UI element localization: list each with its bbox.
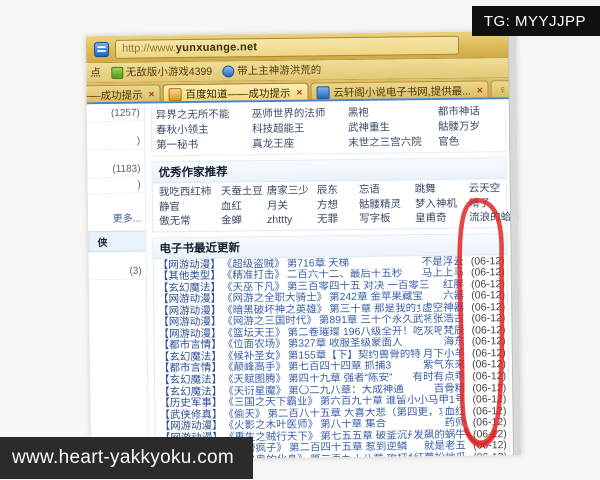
bookmark-item[interactable]: 带上主神游洪荒的 xyxy=(222,62,321,78)
sidebar-item[interactable]: ) xyxy=(87,177,145,195)
pin-icon: ♀ xyxy=(498,84,507,97)
chapter-link[interactable]: 第二百九十八章 攻打桑尼城 xyxy=(310,453,412,460)
sidebar-item[interactable]: ) xyxy=(87,133,145,151)
book-link[interactable]: 末世之三宫六院 xyxy=(348,135,434,151)
row-spacer xyxy=(403,345,444,346)
author-link[interactable]: 唐家三少 xyxy=(267,183,313,198)
watermark-top: TG: MYYJJPP xyxy=(471,6,600,36)
chapter-link[interactable]: 第八十章 集合 xyxy=(320,419,386,431)
author-link[interactable]: 方想 xyxy=(317,197,355,212)
bookmark-label: 无敌版小游戏4399 xyxy=(125,65,213,79)
chapter-link[interactable]: 第155章【下】契约兽骨的特别用法 xyxy=(288,349,421,362)
author-link[interactable]: 皇甫奇 xyxy=(415,211,465,226)
author-link[interactable]: 跳舞 xyxy=(415,182,465,197)
updates-section: 电子书最近更新 【网游动漫】 《超级盗贼》 第716章 天梯 不是浮云 (06-… xyxy=(152,232,511,461)
book-link[interactable]: 春秋小领主 xyxy=(156,122,248,138)
author-link[interactable]: 辰东 xyxy=(317,183,355,198)
chapter-link[interactable]: 第716章 天梯 xyxy=(287,258,350,270)
author-link[interactable]: zhttty xyxy=(267,212,313,227)
tab-favicon-icon xyxy=(316,85,330,99)
author-link[interactable]: 无罪 xyxy=(317,212,355,227)
category-sidebar: (1257) ) (1183) ) 更多... 侠 (3) xyxy=(86,103,150,461)
author-link[interactable]: 红薯扮地瓜 xyxy=(413,451,466,460)
tab-close-icon[interactable]: × xyxy=(296,87,302,98)
author-link[interactable]: 静官 xyxy=(159,199,217,214)
webpage-content: (1257) ) (1183) ) 更多... 侠 (3) 异界之无所不能 巫师… xyxy=(86,97,521,461)
sidebar-item[interactable]: (1183) xyxy=(87,161,145,179)
bookmark-fragment[interactable]: 点 xyxy=(90,65,101,80)
main-column: 异界之无所不能 巫师世界的法师 黑袍 都市神话 天珠变 春秋小领主 科技超能王 xyxy=(145,99,521,461)
bookmark-label: 带上主神游洪荒的 xyxy=(237,64,322,78)
sidebar-item[interactable]: 侠 xyxy=(88,230,146,253)
chapter-link[interactable]: 第六百九十章 谁留下？ xyxy=(320,395,405,408)
book-link[interactable]: 巫师世界的法师 xyxy=(252,106,344,122)
row-spacer xyxy=(386,426,445,427)
author-link[interactable]: 写字板 xyxy=(359,211,411,226)
url-input[interactable]: http://www. yunxuange.net xyxy=(114,35,460,59)
author-link[interactable]: 骷髅精灵 xyxy=(359,197,411,212)
book-link[interactable]: 武神重生 xyxy=(348,120,434,136)
authors-grid: 我吃西红柿 天蚕土豆 唐家三少 辰东 忘语 跳舞 云天空 静官 血红 月关 方想… xyxy=(153,179,521,231)
chapter-link[interactable]: 第二卷璀璨 196八级全开！吃灰吧！巴蒂尔 xyxy=(287,326,441,339)
author-link[interactable]: 我吃西红柿 xyxy=(159,185,217,200)
author-link[interactable]: 梦入神机 xyxy=(415,196,465,211)
browser-window: http://www. yunxuange.net 点 无敌版小游戏4399 带… xyxy=(85,30,522,461)
book-link[interactable]: 黑袍 xyxy=(348,105,434,121)
updates-list: 【网游动漫】 《超级盗贼》 第716章 天梯 不是浮云 (06-12) 【其他类… xyxy=(154,255,510,461)
browser-logo-icon xyxy=(93,41,110,57)
sidebar-item[interactable]: 更多... xyxy=(88,208,145,228)
author-link[interactable]: 忘语 xyxy=(359,182,411,197)
tab-favicon-icon xyxy=(168,87,182,101)
book-link[interactable]: 官色 xyxy=(438,134,518,150)
authors-section: 优秀作家推荐 我吃西红柿 天蚕土豆 唐家三少 辰东 忘语 跳舞 云天空 静官 血… xyxy=(151,157,521,232)
tab-close-icon[interactable]: × xyxy=(149,89,155,100)
author-link[interactable]: 金蝉 xyxy=(221,213,263,228)
book-link[interactable]: 真龙王座 xyxy=(252,136,344,152)
bookmark-favicon-icon xyxy=(110,66,123,79)
update-date: (06-12) xyxy=(473,450,508,461)
tab-close-icon[interactable]: × xyxy=(477,85,483,96)
url-domain: yunxuange.net xyxy=(175,41,258,55)
author-link[interactable]: 月关 xyxy=(267,198,313,213)
author-link[interactable]: 血红 xyxy=(221,199,263,214)
watermark-bottom: www.heart-yakkyoku.com xyxy=(0,437,253,479)
book-link[interactable]: 科技超能王 xyxy=(252,121,344,137)
author-link[interactable]: 傲无常 xyxy=(159,214,217,229)
author-link[interactable]: 天蚕土豆 xyxy=(221,184,263,199)
screenshot-stage: http://www. yunxuange.net 点 无敌版小游戏4399 带… xyxy=(0,0,600,480)
book-link[interactable]: 都市神话 xyxy=(438,104,518,120)
hot-books-grid: 异界之无所不能 巫师世界的法师 黑袍 都市神话 天珠变 春秋小领主 科技超能王 xyxy=(150,102,507,157)
bookmark-item[interactable]: 无敌版小游戏4399 xyxy=(110,64,213,80)
url-prefix: http://www. xyxy=(121,42,176,55)
row-spacer xyxy=(349,265,422,266)
book-link[interactable]: 骷髅万岁 xyxy=(438,119,518,135)
bookmark-favicon-icon xyxy=(222,64,235,78)
sidebar-item[interactable]: (3) xyxy=(88,263,146,281)
book-link[interactable]: 第一秘书 xyxy=(156,137,248,153)
book-link[interactable]: 异界之无所不能 xyxy=(156,107,248,123)
sidebar-item[interactable]: (1257) xyxy=(86,105,144,123)
